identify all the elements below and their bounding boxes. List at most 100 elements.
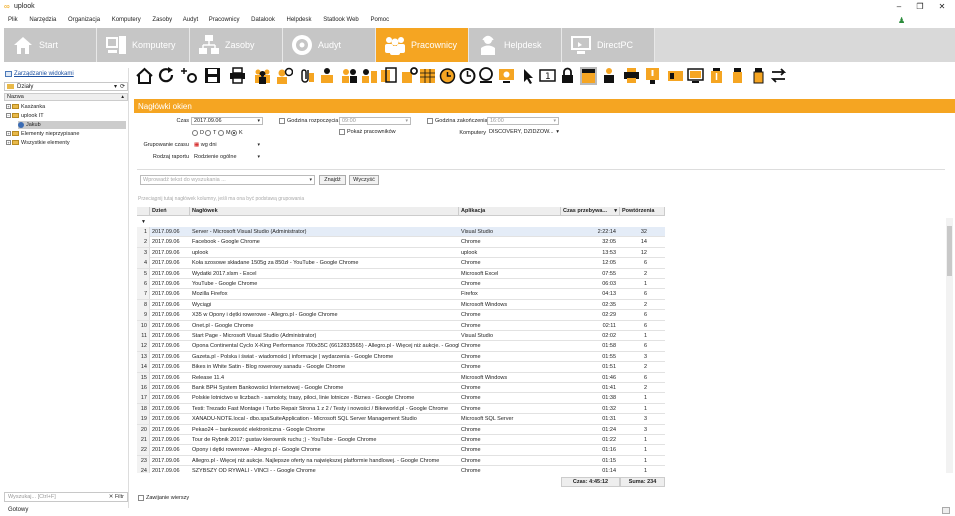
documents-icon[interactable] [380,67,397,85]
table-row[interactable]: 14 2017.09.06 Bikes in White Satin - Blog … [137,362,665,373]
clock-icon[interactable] [459,67,476,85]
tab-directpc[interactable]: DirectPC [562,28,655,62]
find-button[interactable]: Znajdź [319,175,346,185]
wrap-rows-checkbox[interactable] [138,495,144,501]
expand-toggle-icon[interactable]: − [6,113,11,119]
table-row[interactable]: 22 2017.09.06 Opony i dętki rowerowe - All… [137,445,665,456]
table-row[interactable]: 1 2017.09.06 Server - Microsoft Visual Stu… [137,227,665,238]
printer-icon[interactable] [623,67,640,85]
table-row[interactable]: 5 2017.09.06 Wydatki 2017.xlsm - Excel Micr… [137,268,665,279]
show-employees-checkbox[interactable] [339,129,345,135]
table-row[interactable]: 24 2017.09.06 SZYBSZY OD RYWALI - VINCI - … [137,466,665,473]
employee-settings-icon[interactable] [401,67,418,85]
menu-item-helpdesk[interactable]: Helpdesk [287,15,312,26]
period-radio-m[interactable] [218,130,224,136]
web-screen-icon[interactable] [687,67,704,85]
employee-time-icon[interactable] [276,67,294,85]
employee-doc-icon[interactable] [319,67,336,85]
menu-item-zasoby[interactable]: Zasoby [152,15,172,26]
table-row[interactable]: 3 2017.09.06 uplook uplook 13:53 12 [137,247,665,259]
manage-views-link[interactable]: Zarządzanie widokami [14,71,74,77]
id-card-icon[interactable] [667,67,684,85]
menu-item-audyt[interactable]: Audyt [183,15,198,26]
filter-row-icon[interactable]: ▼ [137,217,150,227]
filter-button[interactable]: ✕ Filtr [109,493,124,502]
tree-item[interactable]: Jakub [18,121,126,129]
period-radio-t[interactable] [205,130,211,136]
table-row[interactable]: 16 2017.09.06 Bank BPH System Bankowości I… [137,383,665,394]
calendar-grid-icon[interactable] [419,67,436,85]
column-header[interactable]: Powtórzenia [620,207,665,216]
menu-item-organizacja[interactable]: Organizacja [68,15,100,26]
save-icon[interactable] [204,67,221,85]
menu-item-pomoc[interactable]: Pomoc [370,15,389,26]
view-selector[interactable]: Działy ▾ ⟳ [4,82,128,91]
vertical-scrollbar[interactable] [946,218,953,473]
computers-selector[interactable]: DISCOVERY, DZIDZOW... ▾ [489,129,561,137]
tab-pracownicy[interactable]: Pracownicy [376,28,469,62]
tab-helpdesk[interactable]: Helpdesk [469,28,562,62]
period-radio-k[interactable] [231,130,237,136]
menu-item-plik[interactable]: Plik [8,15,18,26]
expand-toggle-icon[interactable]: + [6,131,11,137]
usb-drive-icon[interactable] [750,67,767,85]
table-row[interactable]: 2 2017.09.06 Facebook - Google Chrome Chrom… [137,237,665,248]
refresh-icon[interactable] [158,67,175,85]
window-headers-icon[interactable] [580,67,597,85]
menu-item-statlook-web[interactable]: Statlook Web [323,15,359,26]
tree-search-input[interactable]: Wyszukaj... [Ctrl+F] ✕ Filtr [4,492,128,502]
end-time-field[interactable]: 16:00 ▾ [487,117,559,125]
attachment-icon[interactable] [298,67,315,85]
add-settings-icon[interactable] [181,67,198,85]
table-row[interactable]: 17 2017.09.06 Polskie lotnictwo w liczbach… [137,393,665,404]
clear-button[interactable]: Wyczyść [349,175,379,185]
expand-toggle-icon[interactable]: + [6,140,11,146]
expand-toggle-icon[interactable]: + [6,104,11,110]
table-row[interactable]: 7 2017.09.06 Mozilla Firefox Firefox 04:13 6 [137,289,665,300]
table-row[interactable]: 19 2017.09.06 XANADU-NOTE.local - dbo.spaS… [137,414,665,425]
employees-group-icon[interactable] [254,67,271,85]
minimize-button[interactable]: – [892,2,906,12]
table-row[interactable]: 18 2017.09.06 Testi: Trezado Fast Montage … [137,403,665,415]
table-row[interactable]: 4 2017.09.06 Koła szosowe składane 1505g z… [137,258,665,269]
start-time-checkbox[interactable] [279,118,285,124]
tree-column-header[interactable]: Nazwa ▴ [4,93,128,101]
alert-board-icon[interactable] [644,67,661,85]
usb-battery-icon[interactable] [708,67,725,85]
swap-arrows-icon[interactable] [770,67,787,85]
alarm-clock-icon[interactable] [439,67,456,85]
user-status-icon[interactable]: ♟ [898,16,908,25]
tab-zasoby[interactable]: Zasoby [190,28,283,62]
end-time-checkbox[interactable] [427,118,433,124]
cursor-icon[interactable] [520,67,537,85]
home-icon[interactable] [136,67,153,85]
employee-files-icon[interactable] [361,67,378,85]
table-row[interactable]: 9 2017.09.06 X35 w Opony i dętki rowerowe … [137,310,665,321]
table-row[interactable]: 15 2017.09.06 Release 11.4 Microsoft Window… [137,372,665,383]
keyboard-count-icon[interactable]: 1 [539,67,556,85]
menu-item-narzedzia[interactable]: Narzędzia [29,15,56,26]
column-header[interactable]: Dzień [150,207,190,216]
period-radio-d[interactable] [192,130,198,136]
usb-key-icon[interactable] [729,67,746,85]
tree-item[interactable]: − uplook IT [6,112,44,120]
close-button[interactable]: ✕ [935,2,949,12]
table-row[interactable]: 10 2017.09.06 Onet.pl - Google Chrome Chrom… [137,320,665,331]
print-icon[interactable] [229,67,246,85]
menu-item-komputery[interactable]: Komputery [112,15,141,26]
start-time-field[interactable]: 09:00 ▾ [339,117,411,125]
tree-item[interactable]: + Wszystkie elementy [6,139,70,147]
employees-pair-icon[interactable] [341,67,358,85]
column-header[interactable]: Aplikacja [459,207,561,216]
tab-start[interactable]: Start [4,28,97,62]
scrollbar-thumb[interactable] [947,226,952,276]
time-grouping-field[interactable]: ▦ wg dni ▾ [191,141,263,149]
date-field[interactable]: 2017.09.06 ▾ [191,117,263,125]
tab-komputery[interactable]: Komputery [97,28,190,62]
monitor-clock-icon[interactable] [478,67,495,85]
grid-search-input[interactable]: Wprowadź tekst do wyszukania ... ▾ [140,175,315,185]
table-row[interactable]: 20 2017.09.06 Pekao24 – bankowość elektron… [137,424,665,435]
resize-grip-icon[interactable] [942,507,950,514]
table-row[interactable]: 21 2017.09.06 Tour de Rybnik 2017: gustav … [137,435,665,446]
employee-print-icon[interactable] [602,67,619,85]
